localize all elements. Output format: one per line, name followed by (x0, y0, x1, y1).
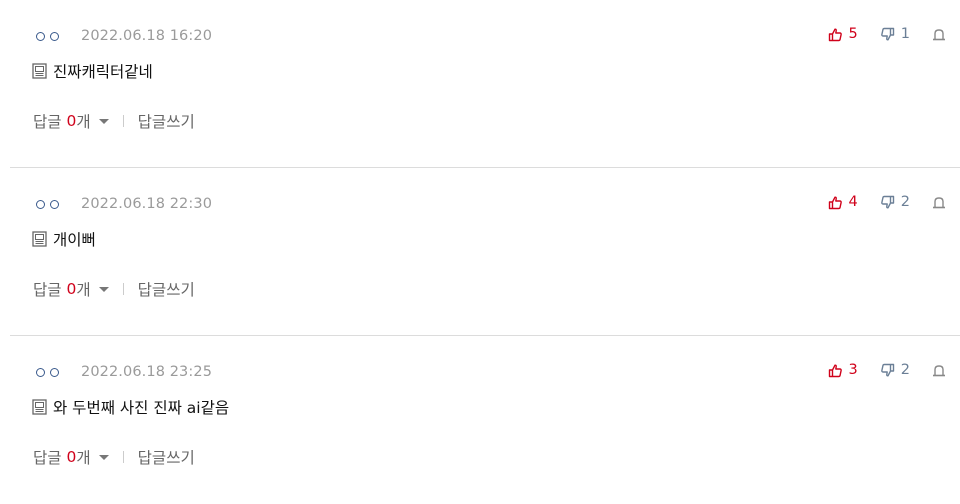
dislike-button[interactable]: 1 (880, 26, 910, 42)
comment-footer: 답글 0개 답글쓰기 (33, 110, 195, 132)
divider (122, 451, 124, 463)
reply-label: 답글 (33, 281, 62, 299)
comment-item: 2022.06.18 16:20 5 1 진짜캐릭터같네 답글 0 개 답글쓰기 (10, 0, 960, 168)
comment-actions: 5 1 (828, 24, 946, 44)
comment-text: 개이뻐 (53, 231, 96, 249)
comment-date: 2022.06.18 22:30 (81, 196, 213, 212)
comment-date: 2022.06.18 16:20 (81, 28, 213, 44)
write-reply-button[interactable]: 답글쓰기 (138, 110, 195, 132)
comment-actions: 4 2 (828, 192, 946, 212)
reply-unit: 개 (76, 449, 91, 467)
write-reply-button[interactable]: 답글쓰기 (138, 278, 195, 300)
divider (122, 115, 124, 127)
reply-label: 답글 (33, 113, 62, 131)
comment-item: 2022.06.18 23:25 3 2 와 두번째 사진 진짜 ai같음 답글… (10, 336, 960, 504)
report-icon (933, 364, 945, 376)
reply-unit: 개 (76, 281, 91, 299)
like-button[interactable]: 4 (828, 194, 858, 210)
thumbs-up-icon (828, 27, 842, 41)
reply-toggle-button[interactable]: 답글 0개 (33, 446, 109, 468)
comment-meta: 2022.06.18 16:20 (36, 26, 212, 46)
comment-body: 와 두번째 사진 진짜 ai같음 (32, 396, 229, 418)
report-button[interactable] (932, 196, 946, 209)
like-button[interactable]: 5 (828, 26, 858, 42)
comment-item: 2022.06.18 22:30 4 2 개이뻐 답글 0 개 답글쓰기 (10, 168, 960, 336)
like-count: 5 (848, 26, 858, 42)
caret-down-icon (98, 286, 109, 292)
report-button[interactable] (932, 28, 946, 41)
comment-date: 2022.06.18 23:25 (81, 364, 213, 380)
caret-down-icon (98, 454, 109, 460)
dislike-count: 2 (900, 194, 910, 210)
reply-toggle-button[interactable]: 답글 0개 (33, 110, 109, 132)
thumbs-down-icon (880, 363, 894, 377)
comment-body: 진짜캐릭터같네 (32, 60, 153, 82)
comment-text: 와 두번째 사진 진짜 ai같음 (53, 399, 230, 417)
reply-label: 답글 (33, 449, 62, 467)
comment-list: 2022.06.18 16:20 5 1 진짜캐릭터같네 답글 0 개 답글쓰기… (0, 0, 960, 504)
like-count: 4 (848, 194, 858, 210)
author-masked (36, 199, 59, 209)
document-icon (32, 399, 47, 415)
reply-toggle-button[interactable]: 답글 0개 (33, 278, 109, 300)
comment-actions: 3 2 (828, 360, 946, 380)
comment-body: 개이뻐 (32, 228, 96, 250)
author-masked (36, 367, 59, 377)
reply-count: 0 (66, 112, 77, 130)
dislike-count: 2 (900, 362, 910, 378)
comment-meta: 2022.06.18 22:30 (36, 194, 212, 214)
caret-down-icon (98, 118, 109, 124)
write-reply-button[interactable]: 답글쓰기 (138, 446, 195, 468)
comment-meta: 2022.06.18 23:25 (36, 362, 212, 382)
like-button[interactable]: 3 (828, 362, 858, 378)
document-icon (32, 63, 47, 79)
report-button[interactable] (932, 364, 946, 377)
document-icon (32, 231, 47, 247)
dislike-button[interactable]: 2 (880, 362, 910, 378)
report-icon (933, 196, 945, 208)
comment-footer: 답글 0개 답글쓰기 (33, 446, 195, 468)
comment-footer: 답글 0개 답글쓰기 (33, 278, 195, 300)
report-icon (933, 28, 945, 40)
thumbs-up-icon (828, 363, 842, 377)
thumbs-down-icon (880, 27, 894, 41)
author-masked (36, 31, 59, 41)
reply-count: 0 (66, 448, 77, 466)
reply-unit: 개 (76, 113, 91, 131)
divider (122, 283, 124, 295)
like-count: 3 (848, 362, 858, 378)
thumbs-down-icon (880, 195, 894, 209)
dislike-button[interactable]: 2 (880, 194, 910, 210)
reply-count: 0 (66, 280, 77, 298)
thumbs-up-icon (828, 195, 842, 209)
dislike-count: 1 (900, 26, 910, 42)
comment-text: 진짜캐릭터같네 (53, 63, 153, 81)
